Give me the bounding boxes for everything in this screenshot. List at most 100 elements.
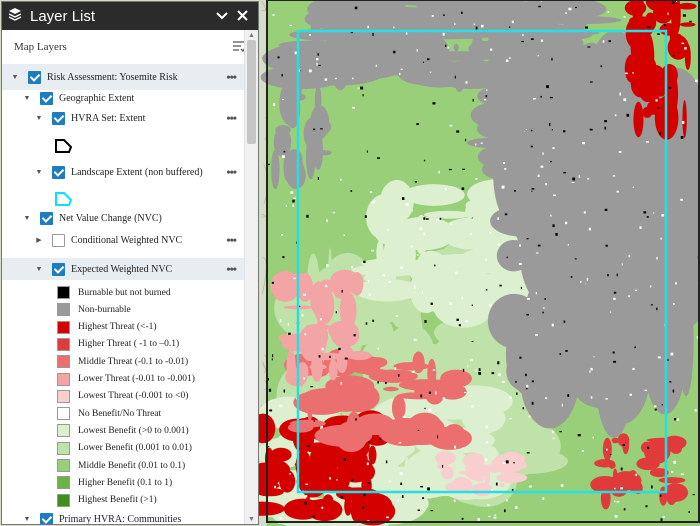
highest-threat-patch	[669, 27, 675, 58]
layer-row[interactable]: ▼ Expected Weighted NVC •••	[2, 258, 244, 280]
lowest-threat-patch	[472, 482, 493, 497]
burnable-not-burned-pixel	[497, 361, 500, 365]
no-benefit-pixel	[279, 516, 283, 520]
scroll-thumb[interactable]	[247, 40, 256, 144]
no-benefit-pixel	[454, 445, 457, 449]
legend-swatch	[57, 372, 70, 386]
no-benefit-pixel	[303, 377, 306, 380]
no-benefit-pixel	[661, 214, 665, 217]
lower-threat-patch	[335, 334, 342, 347]
burnable-not-burned-pixel	[432, 102, 436, 105]
lower-threat-patch	[350, 271, 364, 296]
burnable-not-burned-pixel	[441, 464, 444, 468]
layer-row[interactable]: ▶ Conditional Weighted NVC •••	[2, 230, 244, 250]
burnable-not-burned-pixel	[454, 75, 456, 79]
layer-label: Conditional Weighted NVC	[71, 234, 183, 246]
layer-checkbox[interactable]	[52, 233, 65, 247]
burnable-not-burned-pixel	[604, 126, 607, 130]
no-benefit-pixel	[488, 303, 492, 307]
caret-down-icon[interactable]: ▼	[22, 214, 32, 222]
burnable-not-burned-pixel	[674, 418, 677, 421]
layer-checkbox[interactable]	[52, 165, 65, 179]
caret-down-icon[interactable]: ▼	[34, 168, 44, 176]
no-benefit-pixel	[316, 62, 318, 66]
layer-row[interactable]: ▼ Landscape Extent (non buffered) •••	[2, 162, 244, 182]
no-benefit-pixel	[281, 155, 285, 158]
no-benefit-pixel	[526, 384, 529, 388]
no-benefit-pixel	[552, 194, 556, 197]
layer-checkbox[interactable]	[52, 262, 65, 276]
more-options-icon[interactable]: •••	[226, 262, 237, 277]
more-options-icon[interactable]: •••	[226, 165, 237, 180]
burnable-not-burned-pixel	[271, 358, 273, 361]
caret-down-icon[interactable]: ▼	[22, 94, 32, 102]
no-benefit-pixel	[279, 404, 283, 408]
burnable-not-burned-pixel	[526, 313, 529, 316]
layer-row[interactable]: ▼ Primary HVRA: Communities	[2, 510, 244, 524]
no-benefit-pixel	[270, 400, 273, 403]
no-benefit-pixel	[519, 244, 521, 247]
no-benefit-pixel	[279, 319, 282, 323]
burnable-not-burned-pixel	[363, 260, 366, 263]
panel-scrollbar[interactable]: ▲ ▼	[244, 30, 258, 524]
scroll-up-icon[interactable]: ▲	[248, 31, 255, 39]
layer-row[interactable]: ▼ Risk Assessment: Yosemite Risk •••	[2, 64, 244, 90]
burnable-not-burned-pixel	[366, 150, 368, 153]
legend-label: Lowest Benefit (>0 to 0.001)	[78, 425, 189, 436]
caret-down-icon[interactable]: ▼	[10, 73, 20, 81]
burnable-not-burned-pixel	[656, 307, 658, 311]
caret-right-icon[interactable]: ▶	[34, 236, 44, 244]
layer-checkbox[interactable]	[40, 211, 53, 225]
burnable-not-burned-pixel	[604, 208, 608, 211]
caret-down-icon[interactable]: ▼	[34, 265, 44, 273]
close-icon[interactable]	[232, 8, 252, 25]
chevron-down-icon[interactable]	[212, 8, 232, 25]
burnable-not-burned-pixel	[318, 64, 321, 66]
more-options-icon[interactable]: •••	[226, 233, 237, 248]
more-options-icon[interactable]: •••	[226, 111, 237, 126]
no-benefit-pixel	[388, 280, 391, 283]
non-burnable-patch	[317, 120, 332, 134]
burnable-not-burned-pixel	[434, 264, 436, 267]
burnable-not-burned-pixel	[416, 123, 419, 126]
scroll-down-icon[interactable]: ▼	[248, 515, 255, 523]
burnable-not-burned-pixel	[335, 311, 337, 314]
layer-row[interactable]: ▼ HVRA Set: Extent •••	[2, 108, 244, 128]
no-benefit-pixel	[340, 382, 343, 385]
no-benefit-pixel	[336, 479, 338, 481]
burnable-not-burned-pixel	[458, 324, 461, 327]
no-benefit-pixel	[368, 293, 371, 297]
layer-checkbox[interactable]	[52, 111, 65, 125]
highest-threat-patch	[279, 469, 296, 493]
no-benefit-pixel	[607, 11, 610, 13]
highest-threat-patch	[351, 505, 360, 522]
no-benefit-pixel	[289, 473, 291, 475]
lower-threat-patch	[350, 312, 356, 324]
burnable-not-burned-pixel	[292, 199, 295, 203]
no-benefit-pixel	[501, 185, 505, 189]
no-benefit-pixel	[629, 393, 632, 396]
no-benefit-pixel	[589, 370, 591, 373]
layer-row[interactable]: ▼ Geographic Extent	[2, 90, 244, 106]
caret-down-icon[interactable]: ▼	[34, 114, 44, 122]
burnable-not-burned-pixel	[485, 95, 488, 98]
layer-row[interactable]: ▼ Net Value Change (NVC)	[2, 209, 244, 227]
legend-item: Middle Threat (-0.1 to -0.01)	[57, 355, 188, 369]
no-benefit-pixel	[367, 25, 369, 29]
layer-checkbox[interactable]	[40, 91, 53, 105]
no-benefit-pixel	[477, 518, 480, 521]
no-benefit-pixel	[590, 396, 593, 399]
layer-checkbox[interactable]	[28, 70, 41, 84]
non-burnable-patch	[518, 98, 572, 110]
non-burnable-patch	[271, 149, 280, 190]
lowest-benefit-patch	[461, 403, 506, 434]
legend-label: Non-burnable	[78, 304, 131, 315]
layer-checkbox[interactable]	[40, 512, 53, 524]
burnable-not-burned-pixel	[551, 57, 553, 61]
no-benefit-pixel	[447, 46, 450, 49]
no-benefit-pixel	[639, 226, 642, 229]
more-options-icon[interactable]: •••	[226, 70, 237, 85]
burnable-not-burned-pixel	[478, 371, 482, 375]
non-burnable-patch	[314, 85, 322, 114]
caret-down-icon[interactable]: ▼	[22, 515, 32, 523]
